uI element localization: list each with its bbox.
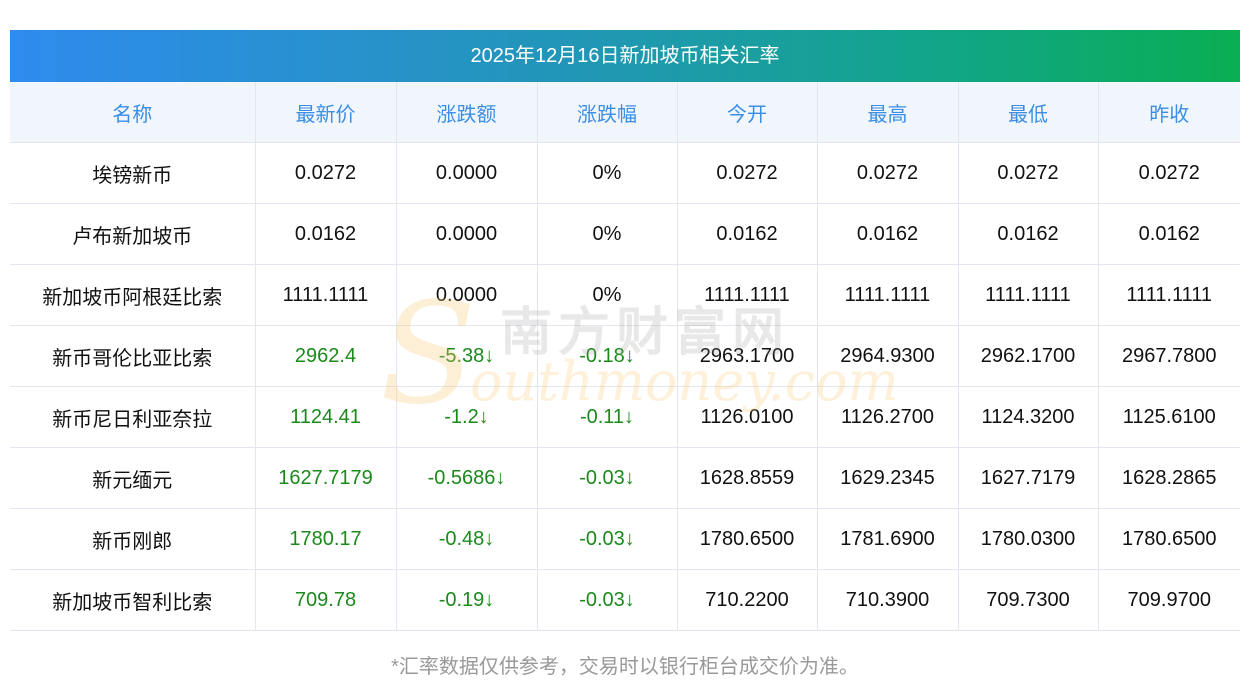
- prev-close-cell: 0.0272: [1098, 142, 1240, 204]
- latest-price-cell: 709.78: [255, 569, 397, 631]
- change-amount-cell: 0.0000: [396, 264, 538, 326]
- currency-name-cell: 新元缅元: [10, 447, 256, 509]
- currency-name-cell: 新加坡币智利比索: [10, 569, 256, 631]
- low-price-cell: 709.7300: [958, 569, 1099, 631]
- table-title: 2025年12月16日新加坡币相关汇率: [10, 30, 1240, 82]
- open-price-cell: 710.2200: [677, 569, 818, 631]
- low-price-cell: 2962.1700: [958, 325, 1099, 387]
- low-price-cell: 0.0272: [958, 142, 1099, 204]
- exchange-rate-table: 名称 最新价 涨跌额 涨跌幅 今开 最高 最低 昨收 埃镑新币 0.0272 0.0…: [10, 82, 1240, 631]
- low-price-cell: 0.0162: [958, 203, 1099, 265]
- change-amount-cell: 0.0000: [396, 203, 538, 265]
- open-price-cell: 0.0272: [677, 142, 818, 204]
- currency-name-cell: 卢布新加坡币: [10, 203, 256, 265]
- change-amount-cell: -5.38↓: [396, 325, 538, 387]
- table-row: 新加坡币智利比索 709.78 -0.19↓ -0.03↓ 710.2200 710.39…: [10, 569, 1240, 631]
- latest-price-cell: 2962.4: [255, 325, 397, 387]
- table-row: 新元缅元 1627.7179 -0.5686↓ -0.03↓ 1628.8559 1629…: [10, 447, 1240, 509]
- change-percent-cell: 0%: [537, 264, 678, 326]
- high-price-cell: 1126.2700: [817, 386, 959, 448]
- prev-close-cell: 0.0162: [1098, 203, 1240, 265]
- change-amount-cell: -0.5686↓: [396, 447, 538, 509]
- change-percent-cell: 0%: [537, 203, 678, 265]
- latest-price-cell: 1111.1111: [255, 264, 397, 326]
- prev-close-cell: 1125.6100: [1098, 386, 1240, 448]
- disclaimer-footer: *汇率数据仅供参考，交易时以银行柜台成交价为准。: [391, 656, 859, 678]
- low-price-cell: 1780.0300: [958, 508, 1099, 570]
- currency-name-cell: 新币刚郎: [10, 508, 256, 570]
- change-percent-cell: -0.18↓: [537, 325, 678, 387]
- column-header-change-pct: 涨跌幅: [537, 82, 678, 143]
- change-amount-cell: -0.19↓: [396, 569, 538, 631]
- table-row: 新币刚郎 1780.17 -0.48↓ -0.03↓ 1780.6500 1781.690…: [10, 508, 1240, 570]
- table-row: 卢布新加坡币 0.0162 0.0000 0% 0.0162 0.0162 0.0162 0.…: [10, 203, 1240, 265]
- prev-close-cell: 2967.7800: [1098, 325, 1240, 387]
- latest-price-cell: 0.0272: [255, 142, 397, 204]
- table-row: 新币尼日利亚奈拉 1124.41 -1.2↓ -0.11↓ 1126.0100 1126.…: [10, 386, 1240, 448]
- latest-price-cell: 0.0162: [255, 203, 397, 265]
- change-percent-cell: -0.11↓: [537, 386, 678, 448]
- low-price-cell: 1627.7179: [958, 447, 1099, 509]
- high-price-cell: 710.3900: [817, 569, 959, 631]
- table-row: 埃镑新币 0.0272 0.0000 0% 0.0272 0.0272 0.0272 0.02…: [10, 142, 1240, 204]
- currency-name-cell: 新币尼日利亚奈拉: [10, 386, 256, 448]
- latest-price-cell: 1124.41: [255, 386, 397, 448]
- high-price-cell: 0.0272: [817, 142, 959, 204]
- high-price-cell: 1781.6900: [817, 508, 959, 570]
- open-price-cell: 1126.0100: [677, 386, 818, 448]
- high-price-cell: 1629.2345: [817, 447, 959, 509]
- change-amount-cell: -1.2↓: [396, 386, 538, 448]
- change-percent-cell: -0.03↓: [537, 569, 678, 631]
- open-price-cell: 1628.8559: [677, 447, 818, 509]
- table-row: 新加坡币阿根廷比索 1111.1111 0.0000 0% 1111.1111 1111.…: [10, 264, 1240, 326]
- latest-price-cell: 1780.17: [255, 508, 397, 570]
- column-header-low: 最低: [958, 82, 1099, 143]
- high-price-cell: 0.0162: [817, 203, 959, 265]
- column-header-change: 涨跌额: [396, 82, 538, 143]
- change-percent-cell: -0.03↓: [537, 508, 678, 570]
- prev-close-cell: 1628.2865: [1098, 447, 1240, 509]
- low-price-cell: 1124.3200: [958, 386, 1099, 448]
- open-price-cell: 0.0162: [677, 203, 818, 265]
- column-header-name: 名称: [10, 82, 256, 143]
- low-price-cell: 1111.1111: [958, 264, 1099, 326]
- column-header-latest: 最新价: [255, 82, 397, 143]
- table-row: 新币哥伦比亚比索 2962.4 -5.38↓ -0.18↓ 2963.1700 2964.…: [10, 325, 1240, 387]
- column-header-high: 最高: [817, 82, 959, 143]
- currency-name-cell: 新币哥伦比亚比索: [10, 325, 256, 387]
- column-header-prev-close: 昨收: [1098, 82, 1240, 143]
- open-price-cell: 1111.1111: [677, 264, 818, 326]
- change-amount-cell: 0.0000: [396, 142, 538, 204]
- column-header-open: 今开: [677, 82, 818, 143]
- open-price-cell: 1780.6500: [677, 508, 818, 570]
- table-header-row: 名称 最新价 涨跌额 涨跌幅 今开 最高 最低 昨收: [10, 82, 1240, 143]
- change-amount-cell: -0.48↓: [396, 508, 538, 570]
- prev-close-cell: 1111.1111: [1098, 264, 1240, 326]
- currency-name-cell: 新加坡币阿根廷比索: [10, 264, 256, 326]
- open-price-cell: 2963.1700: [677, 325, 818, 387]
- change-percent-cell: -0.03↓: [537, 447, 678, 509]
- prev-close-cell: 1780.6500: [1098, 508, 1240, 570]
- high-price-cell: 1111.1111: [817, 264, 959, 326]
- currency-name-cell: 埃镑新币: [10, 142, 256, 204]
- high-price-cell: 2964.9300: [817, 325, 959, 387]
- change-percent-cell: 0%: [537, 142, 678, 204]
- prev-close-cell: 709.9700: [1098, 569, 1240, 631]
- latest-price-cell: 1627.7179: [255, 447, 397, 509]
